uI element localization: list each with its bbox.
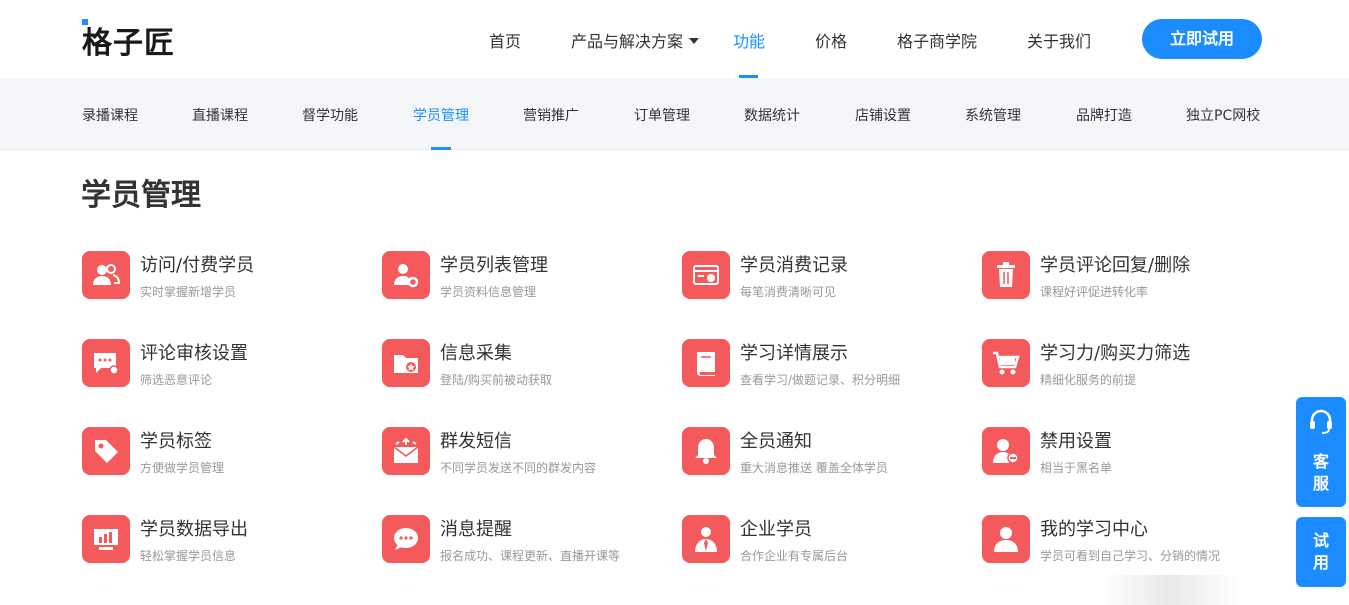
feature-title: 群发短信 (440, 431, 512, 452)
chat-bubbles-icon (382, 515, 430, 563)
feature-title: 学员消费记录 (740, 255, 848, 276)
comment-gear-icon (82, 339, 130, 387)
trial-label-2: 用 (1312, 553, 1329, 572)
feature-item[interactable]: 全员通知 重大消息推送 覆盖全体学员 (682, 427, 972, 487)
subnav-live-courses[interactable]: 直播课程 (192, 105, 248, 125)
feature-title: 禁用设置 (1040, 431, 1112, 452)
feature-desc: 方便做学员管理 (140, 461, 225, 475)
nav-item-features[interactable]: 功能 (733, 28, 765, 52)
feature-title: 我的学习中心 (1040, 519, 1148, 540)
logo-text: 格子匠 (82, 26, 175, 61)
folder-star-icon (382, 339, 430, 387)
feature-desc: 轻松掌握学员信息 (140, 549, 237, 563)
feature-title: 评论审核设置 (140, 343, 248, 364)
subnav-statistics[interactable]: 数据统计 (744, 105, 800, 125)
feature-title: 学员评论回复/删除 (1040, 255, 1191, 276)
feature-title: 消息提醒 (440, 519, 512, 540)
bell-icon (682, 427, 730, 475)
try-now-button[interactable]: 立即试用 (1142, 19, 1262, 59)
feature-item[interactable]: 信息采集 登陆/购买前被动获取 (382, 339, 672, 399)
feature-title: 学员数据导出 (140, 519, 248, 540)
feature-title: 学习详情展示 (740, 343, 848, 364)
feature-desc: 查看学习/做题记录、积分明细 (740, 373, 901, 387)
subnav-pc-school[interactable]: 独立PC网校 (1186, 105, 1260, 125)
subnav-branding[interactable]: 品牌打造 (1076, 105, 1132, 125)
feature-title: 学员列表管理 (440, 255, 548, 276)
nav-item-home[interactable]: 首页 (489, 28, 521, 52)
feature-desc: 不同学员发送不同的群发内容 (440, 461, 597, 475)
service-label-2: 服 (1312, 474, 1329, 493)
feature-desc: 筛选恶意评论 (140, 373, 213, 387)
feature-item[interactable]: 访问/付费学员 实时掌握新增学员 (82, 251, 372, 311)
feature-item[interactable]: 评论审核设置 筛选恶意评论 (82, 339, 372, 399)
users-icon (82, 251, 130, 299)
feature-item[interactable]: 学习力/购买力筛选 精细化服务的前提 (982, 339, 1272, 399)
feature-title: 学员标签 (140, 431, 212, 452)
feature-desc: 学员可看到自己学习、分销的情况 (1040, 549, 1221, 563)
feature-title: 学习力/购买力筛选 (1040, 343, 1191, 364)
feature-desc: 精细化服务的前提 (1040, 373, 1137, 387)
feature-desc: 相当于黑名单 (1040, 461, 1113, 475)
feature-item[interactable]: 学习详情展示 查看学习/做题记录、积分明细 (682, 339, 972, 399)
user-gear-icon (382, 251, 430, 299)
subnav-system[interactable]: 系统管理 (965, 105, 1021, 125)
nav-item-academy[interactable]: 格子商学院 (897, 28, 977, 52)
feature-desc: 报名成功、课程更新、直播开课等 (440, 549, 621, 563)
feature-desc: 登陆/购买前被动获取 (440, 373, 553, 387)
feature-title: 信息采集 (440, 343, 512, 364)
logo[interactable]: 格子匠 (82, 18, 175, 62)
feature-item[interactable]: 学员评论回复/删除 课程好评促进转化率 (982, 251, 1272, 311)
feature-item[interactable]: 学员列表管理 学员资料信息管理 (382, 251, 672, 311)
feature-desc: 合作企业有专属后台 (740, 549, 849, 563)
feature-item[interactable]: 学员标签 方便做学员管理 (82, 427, 372, 487)
feature-desc: 学员资料信息管理 (440, 285, 537, 299)
feature-desc: 实时掌握新增学员 (140, 285, 237, 299)
nav-item-about[interactable]: 关于我们 (1027, 28, 1091, 52)
service-label-1: 客 (1312, 452, 1329, 471)
customer-service-button[interactable]: 客 服 (1296, 397, 1346, 507)
page-title: 学员管理 (81, 178, 201, 213)
business-user-icon (682, 515, 730, 563)
feature-item[interactable]: 学员数据导出 轻松掌握学员信息 (82, 515, 372, 575)
subnav-store-settings[interactable]: 店铺设置 (855, 105, 911, 125)
subnav-marketing[interactable]: 营销推广 (523, 105, 579, 125)
nav-item-pricing[interactable]: 价格 (815, 28, 847, 52)
feature-desc: 重大消息推送 覆盖全体学员 (740, 461, 888, 475)
top-header: 格子匠 首页 产品与解决方案 功能 价格 格子商学院 关于我们 立即试用 (0, 0, 1349, 78)
trash-icon (982, 251, 1030, 299)
subnav-student-management[interactable]: 学员管理 (413, 105, 469, 125)
book-icon (682, 339, 730, 387)
user-icon (982, 515, 1030, 563)
receipt-icon (682, 251, 730, 299)
nav-item-products-label: 产品与解决方案 (571, 32, 684, 51)
tag-icon (82, 427, 130, 475)
cart-icon (982, 339, 1030, 387)
feature-title: 企业学员 (740, 519, 812, 540)
feature-desc: 每笔消费清晰可见 (740, 285, 837, 299)
subnav-active-indicator (431, 147, 451, 150)
feature-desc: 课程好评促进转化率 (1040, 285, 1149, 299)
feature-item[interactable]: 禁用设置 相当于黑名单 (982, 427, 1272, 487)
feature-subnav: 录播课程 直播课程 督学功能 学员管理 营销推广 订单管理 数据统计 店铺设置 … (0, 78, 1349, 150)
feature-item[interactable]: 群发短信 不同学员发送不同的群发内容 (382, 427, 672, 487)
subnav-recorded-courses[interactable]: 录播课程 (82, 105, 138, 125)
feature-item[interactable]: 消息提醒 报名成功、课程更新、直播开课等 (382, 515, 672, 575)
feature-item[interactable]: 学员消费记录 每笔消费清晰可见 (682, 251, 972, 311)
background-fade (1100, 575, 1240, 605)
subnav-orders[interactable]: 订单管理 (634, 105, 690, 125)
user-block-icon (982, 427, 1030, 475)
chart-monitor-icon (82, 515, 130, 563)
logo-dot-icon (82, 19, 88, 25)
feature-title: 访问/付费学员 (140, 255, 255, 276)
feature-title: 全员通知 (740, 431, 812, 452)
feature-item[interactable]: 我的学习中心 学员可看到自己学习、分销的情况 (982, 515, 1272, 575)
headset-icon (1296, 407, 1346, 439)
nav-item-products[interactable]: 产品与解决方案 (571, 28, 700, 52)
subnav-supervision[interactable]: 督学功能 (302, 105, 358, 125)
feature-item[interactable]: 企业学员 合作企业有专属后台 (682, 515, 972, 575)
trial-float-button[interactable]: 试 用 (1296, 517, 1346, 587)
envelope-icon (382, 427, 430, 475)
chevron-down-icon (689, 38, 700, 44)
trial-label-1: 试 (1312, 531, 1329, 550)
